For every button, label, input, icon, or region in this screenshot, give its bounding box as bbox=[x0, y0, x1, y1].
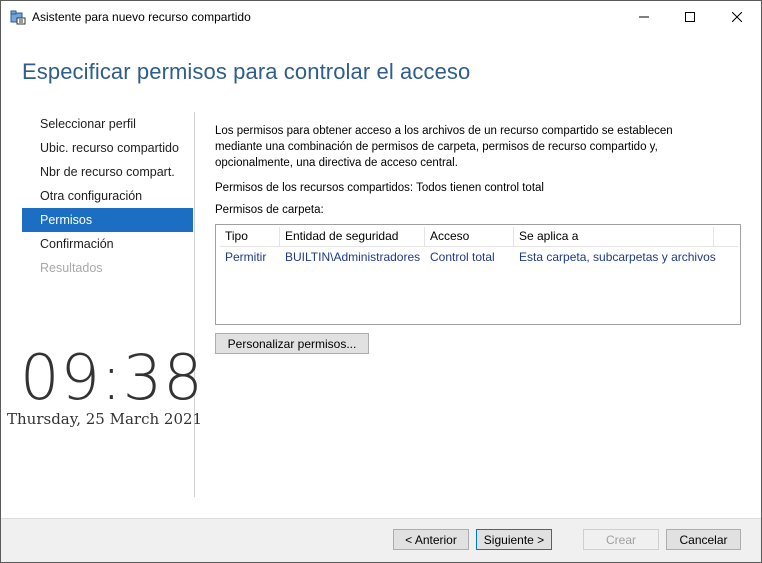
column-header-tipo[interactable]: Tipo bbox=[220, 227, 280, 246]
share-permissions-text: Permisos de los recursos compartidos: To… bbox=[215, 182, 544, 194]
nav-item-nombre[interactable]: Nbr de recurso compart. bbox=[22, 160, 193, 184]
wizard-window: Asistente para nuevo recurso compartido … bbox=[0, 0, 762, 563]
nav-item-ubicacion[interactable]: Ubic. recurso compartido bbox=[22, 136, 193, 160]
nav-item-otra-configuracion[interactable]: Otra configuración bbox=[22, 184, 193, 208]
column-header-acceso[interactable]: Acceso bbox=[425, 227, 514, 246]
minimize-button[interactable] bbox=[621, 1, 667, 32]
wizard-steps-nav: Seleccionar perfil Ubic. recurso compart… bbox=[22, 112, 193, 280]
cell-acceso: Control total bbox=[430, 250, 495, 264]
nav-item-resultados: Resultados bbox=[40, 261, 103, 275]
cell-se-aplica-a: Esta carpeta, subcarpetas y archivos bbox=[519, 250, 716, 264]
cell-entidad: BUILTIN\Administradores bbox=[285, 250, 421, 264]
close-button[interactable] bbox=[714, 1, 760, 32]
nav-item-seleccionar-perfil[interactable]: Seleccionar perfil bbox=[22, 112, 193, 136]
main-content: Los permisos para obtener acceso a los a… bbox=[215, 123, 735, 171]
window-title: Asistente para nuevo recurso compartido bbox=[32, 10, 251, 24]
nav-divider bbox=[194, 112, 195, 497]
column-header-entidad[interactable]: Entidad de seguridad bbox=[280, 227, 425, 246]
table-header: Tipo Entidad de seguridad Acceso Se apli… bbox=[220, 227, 738, 247]
cell-tipo: Permitir bbox=[225, 250, 267, 264]
table-row[interactable]: Permitir BUILTIN\Administradores Control… bbox=[220, 247, 738, 267]
maximize-button[interactable] bbox=[667, 1, 713, 32]
back-button[interactable]: < Anterior bbox=[393, 529, 469, 550]
clock-time: 09:38 bbox=[20, 341, 204, 414]
maximize-icon bbox=[685, 11, 695, 22]
minimize-icon bbox=[639, 16, 649, 17]
create-button: Crear bbox=[583, 529, 659, 550]
folder-permissions-table[interactable]: Tipo Entidad de seguridad Acceso Se apli… bbox=[215, 224, 741, 325]
share-wizard-icon bbox=[10, 9, 26, 25]
nav-item-permisos[interactable]: Permisos bbox=[22, 208, 193, 232]
column-header-se-aplica-a[interactable]: Se aplica a bbox=[514, 227, 714, 246]
cancel-button[interactable]: Cancelar bbox=[666, 529, 741, 550]
close-icon bbox=[732, 11, 742, 22]
folder-permissions-label: Permisos de carpeta: bbox=[215, 204, 324, 216]
next-button[interactable]: Siguiente > bbox=[476, 529, 552, 550]
page-title: Especificar permisos para controlar el a… bbox=[22, 59, 471, 84]
customize-permissions-button[interactable]: Personalizar permisos... bbox=[215, 333, 369, 354]
permissions-description: Los permisos para obtener acceso a los a… bbox=[215, 125, 673, 169]
nav-item-confirmacion[interactable]: Confirmación bbox=[22, 232, 193, 256]
clock-date: Thursday, 25 March 2021 bbox=[7, 410, 203, 428]
title-bar: Asistente para nuevo recurso compartido bbox=[1, 1, 761, 32]
